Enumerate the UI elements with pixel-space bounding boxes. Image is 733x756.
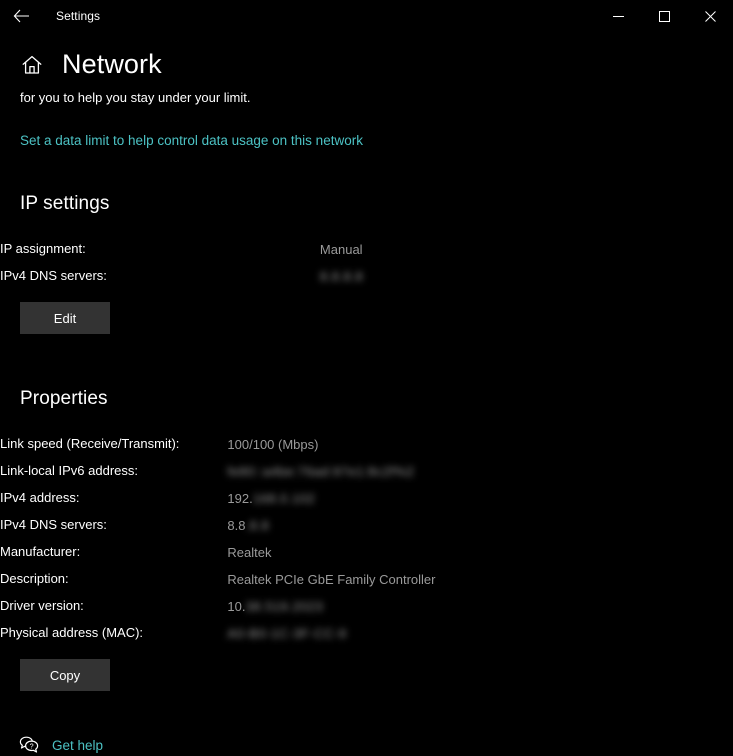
value-redacted: 38.519.2023 [246, 594, 324, 619]
value-wrap: 100/100 (Mbps) [227, 432, 318, 457]
row-label: Manufacturer: [0, 539, 179, 566]
row-label: Link-local IPv6 address: [0, 458, 179, 485]
column-spacer [107, 236, 320, 263]
column-spacer [179, 620, 227, 647]
row-value: 100/100 (Mbps) [227, 431, 436, 458]
value-visible: Realtek [227, 540, 271, 565]
column-spacer [179, 431, 227, 458]
home-icon [20, 53, 44, 77]
svg-text:?: ? [30, 742, 34, 751]
column-spacer [179, 512, 227, 539]
properties-table: Link speed (Receive/Transmit): 100/100 (… [0, 431, 437, 647]
page-title: Network [62, 51, 162, 78]
maximize-button[interactable] [641, 0, 687, 32]
maximize-icon [659, 11, 670, 22]
row-label: Physical address (MAC): [0, 620, 179, 647]
table-row: Description: Realtek PCIe GbE Family Con… [0, 566, 437, 593]
properties-heading: Properties [0, 388, 733, 410]
column-spacer [179, 485, 227, 512]
row-label: IP assignment: [0, 236, 107, 263]
minimize-button[interactable] [595, 0, 641, 32]
row-label: Driver version: [0, 593, 179, 620]
row-label: IPv4 DNS servers: [0, 263, 107, 290]
get-help-label: Get help [52, 738, 103, 753]
row-value: fe80::a4be:76ad:97e1:8c2f%2 [227, 458, 436, 485]
help-bubble-icon: ? [18, 734, 40, 756]
row-value: 8.8.8.8 [320, 263, 364, 290]
ip-settings-heading: IP settings [0, 193, 733, 215]
page-header: Network [0, 51, 733, 78]
copy-button[interactable]: Copy [20, 659, 110, 691]
row-label: Link speed (Receive/Transmit): [0, 431, 179, 458]
ip-settings-table: IP assignment: Manual IPv4 DNS servers: … [0, 236, 364, 290]
table-row: Link speed (Receive/Transmit): 100/100 (… [0, 431, 437, 458]
row-label: Description: [0, 566, 179, 593]
edit-button[interactable]: Edit [20, 302, 110, 334]
title-bar: Settings [0, 0, 733, 32]
value-visible: Manual [320, 237, 363, 262]
value-redacted: 8.8.8.8 [320, 264, 363, 289]
table-row: Manufacturer: Realtek [0, 539, 437, 566]
arrow-left-icon [13, 9, 30, 23]
row-label: IPv4 address: [0, 485, 179, 512]
value-wrap: Manual [320, 237, 363, 262]
value-wrap: 192.168.0.102 [227, 486, 315, 511]
row-value: A0-B0-1C-3F-CC-9 [227, 620, 436, 647]
value-wrap: 8.8.8.8 [227, 513, 269, 538]
column-spacer [179, 458, 227, 485]
row-value: 8.8.8.8 [227, 512, 436, 539]
table-row: IPv4 address: 192.168.0.102 [0, 485, 437, 512]
app-title: Settings [56, 9, 100, 23]
value-redacted: .8.8 [246, 513, 270, 538]
value-visible: 8.8 [227, 513, 245, 538]
value-visible: 10. [227, 594, 245, 619]
value-visible: 192. [227, 486, 252, 511]
column-spacer [107, 263, 320, 290]
table-row: Link-local IPv6 address: fe80::a4be:76ad… [0, 458, 437, 485]
page-content: Network for you to help you stay under y… [0, 51, 733, 756]
table-row: IPv4 DNS servers: 8.8.8.8 [0, 263, 364, 290]
table-row: Physical address (MAC): A0-B0-1C-3F-CC-9 [0, 620, 437, 647]
table-row: Driver version: 10.38.519.2023 [0, 593, 437, 620]
value-wrap: Realtek [227, 540, 271, 565]
row-label: IPv4 DNS servers: [0, 512, 179, 539]
set-data-limit-link[interactable]: Set a data limit to help control data us… [0, 133, 363, 148]
value-wrap: 8.8.8.8 [320, 264, 363, 289]
table-row: IP assignment: Manual [0, 236, 364, 263]
get-help-link[interactable]: ? Get help [0, 734, 103, 756]
value-wrap: fe80::a4be:76ad:97e1:8c2f%2 [227, 459, 414, 484]
row-value: Realtek PCIe GbE Family Controller [227, 566, 436, 593]
value-wrap: A0-B0-1C-3F-CC-9 [227, 621, 346, 646]
row-value: 10.38.519.2023 [227, 593, 436, 620]
column-spacer [179, 539, 227, 566]
row-value: Manual [320, 236, 364, 263]
column-spacer [179, 566, 227, 593]
value-visible: Realtek PCIe GbE Family Controller [227, 567, 435, 592]
back-button[interactable] [0, 0, 42, 32]
value-redacted: A0-B0-1C-3F-CC-9 [227, 621, 346, 646]
table-row: IPv4 DNS servers: 8.8.8.8 [0, 512, 437, 539]
value-wrap: Realtek PCIe GbE Family Controller [227, 567, 435, 592]
page-subtitle: for you to help you stay under your limi… [0, 90, 733, 105]
value-redacted: 168.0.102 [253, 486, 315, 511]
close-button[interactable] [687, 0, 733, 32]
column-spacer [179, 593, 227, 620]
row-value: Realtek [227, 539, 436, 566]
value-wrap: 10.38.519.2023 [227, 594, 323, 619]
value-visible: 100/100 (Mbps) [227, 432, 318, 457]
row-value: 192.168.0.102 [227, 485, 436, 512]
minimize-icon [613, 11, 624, 22]
window-controls [595, 0, 733, 32]
close-icon [705, 11, 716, 22]
value-redacted: fe80::a4be:76ad:97e1:8c2f%2 [227, 459, 414, 484]
